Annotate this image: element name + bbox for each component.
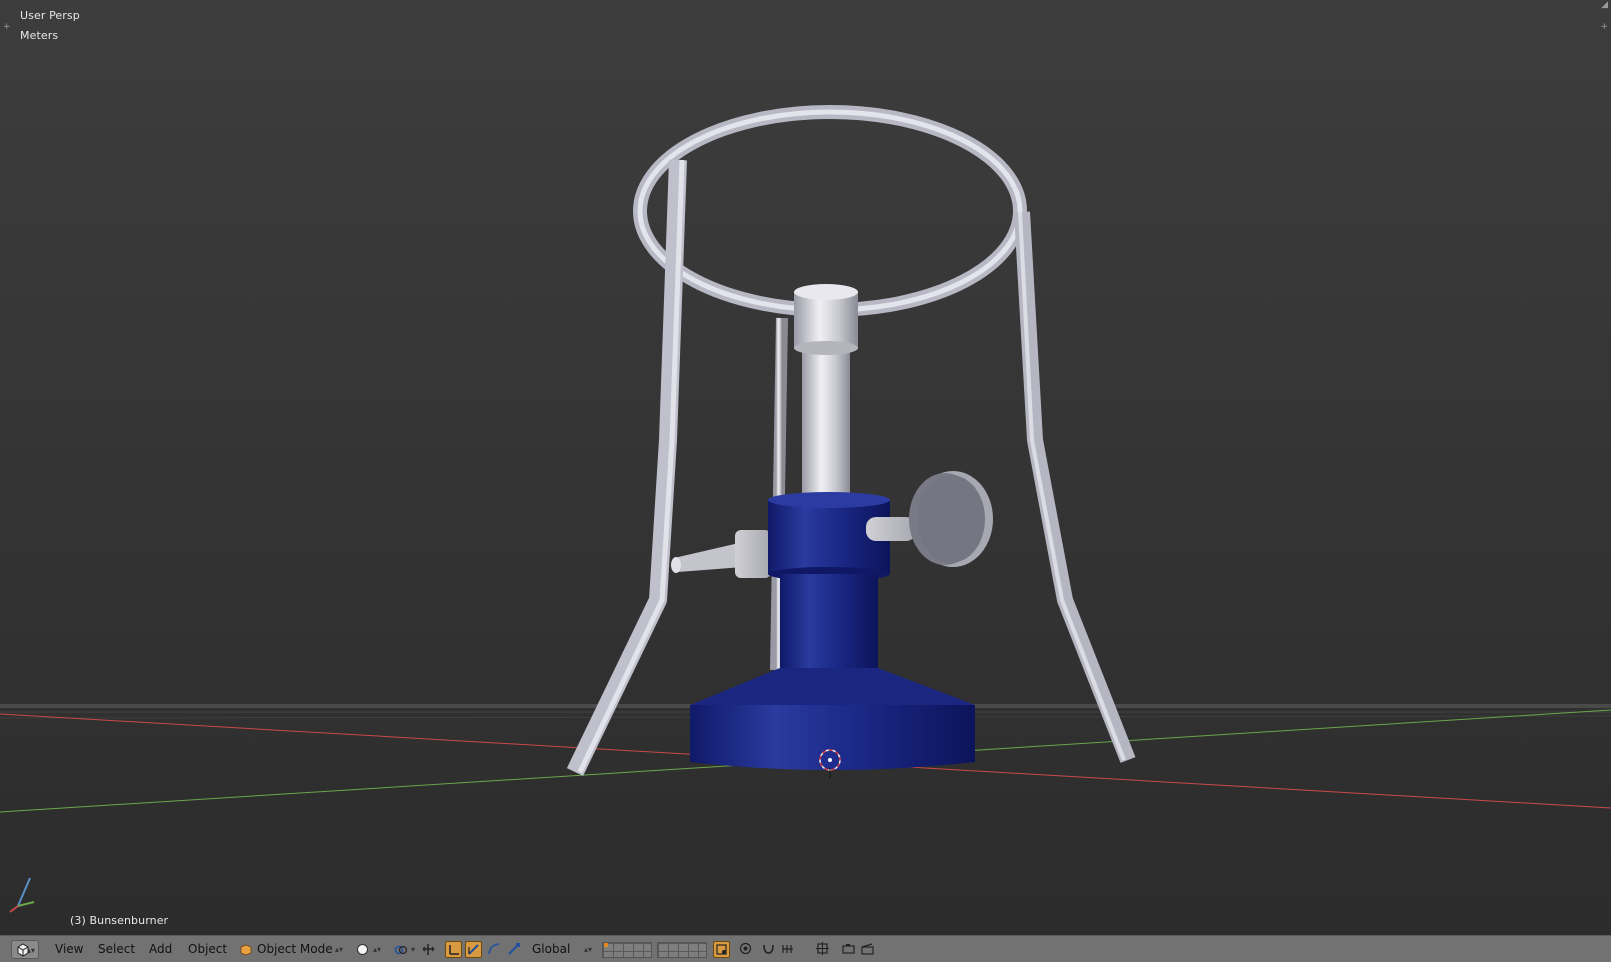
snap-element-selector[interactable] [781, 941, 803, 958]
snap-increment-icon [782, 945, 793, 953]
units-label: Meters [20, 29, 59, 42]
active-layer-dot [604, 943, 608, 947]
orientation-label: Global [532, 942, 571, 956]
area-corner-handle[interactable]: ◢ [1601, 0, 1608, 10]
object-menu[interactable]: Object [184, 940, 231, 959]
burner-base-top [690, 668, 975, 705]
view-name-label: User Persp [20, 9, 80, 22]
object-cube-icon [240, 944, 252, 956]
lock-layers-button[interactable] [713, 941, 730, 958]
manipulator-icon [422, 944, 435, 955]
render-image-button[interactable] [841, 941, 858, 958]
layers-group-1[interactable] [602, 942, 652, 958]
transform-orientation-icon [508, 943, 520, 955]
snap-toggle[interactable] [761, 941, 778, 958]
burner-base [690, 705, 975, 770]
burner-stem [780, 574, 878, 670]
scene-render [0, 105, 1611, 913]
pivot-icon [394, 945, 408, 955]
mode-label: Object Mode [257, 942, 333, 956]
rotate-toggle[interactable] [465, 941, 482, 958]
scale-icon [488, 943, 500, 955]
transform-extra-toggle[interactable] [506, 941, 523, 958]
layers-group-2[interactable] [657, 942, 707, 958]
burner-tube-collar [794, 292, 858, 348]
needle-valve-shaft [866, 517, 916, 541]
region-split-handle[interactable]: + [3, 22, 11, 32]
rotate-icon [468, 944, 479, 955]
layers-lock-icon [716, 944, 727, 955]
translate-toggle[interactable] [445, 941, 462, 958]
proportional-edit-button[interactable] [738, 941, 755, 958]
translate-icon [449, 945, 459, 955]
scale-toggle[interactable] [486, 941, 503, 958]
solid-sphere-icon [357, 944, 368, 955]
mode-selector[interactable]: Object Mode ▴▾ [236, 940, 346, 959]
view-menu[interactable]: View [51, 940, 87, 959]
burner-tube [802, 335, 850, 515]
camera-icon [842, 944, 855, 954]
editor-type-button[interactable]: ▴▾ [11, 940, 39, 959]
viewport-header: ▴▾ View Select Add Object Object Mode ▴▾… [0, 935, 1611, 962]
3d-viewport[interactable]: User Persp Meters (3) Bunsenburner + + ◢ [0, 0, 1611, 935]
shading-selector[interactable]: ▴▾ [354, 940, 384, 959]
snap-target-button[interactable] [815, 941, 832, 958]
tripod-right-leg [1014, 211, 1136, 763]
proportional-circle-icon [739, 942, 752, 955]
orientation-selector[interactable]: Global ▴▾ [528, 940, 595, 959]
select-menu[interactable]: Select [94, 940, 139, 959]
manipulator-toggle[interactable] [420, 941, 437, 958]
clapperboard-icon [861, 943, 874, 955]
pivot-selector[interactable]: ▾ [392, 940, 418, 959]
region-split-handle[interactable]: + [1600, 22, 1608, 32]
snap-target-icon [816, 942, 829, 955]
axis-gizmo-icon [9, 877, 35, 913]
active-object-label: (3) Bunsenburner [70, 914, 169, 927]
magnet-icon [763, 944, 774, 954]
add-menu[interactable]: Add [145, 940, 176, 959]
tripod-ring-highlight [637, 109, 1023, 313]
render-animation-button[interactable] [860, 941, 877, 958]
